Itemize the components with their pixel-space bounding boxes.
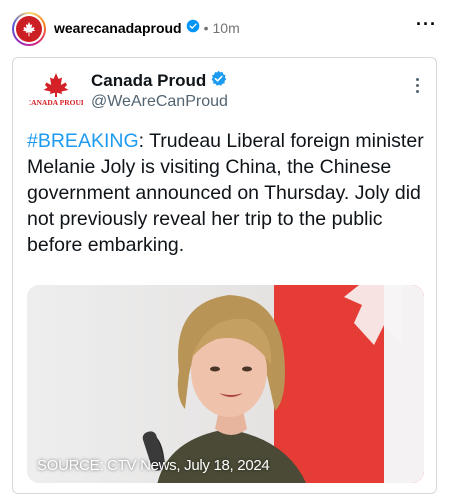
hashtag-breaking-link[interactable]: #BREAKING — [27, 130, 139, 152]
post-header: wearecanadaproud • 10m ··· — [0, 0, 451, 54]
tweet-handle[interactable]: @WeAreCanProud — [91, 93, 228, 111]
more-dot — [416, 90, 419, 93]
post-meta: wearecanadaproud • 10m — [54, 19, 240, 36]
tweet-image[interactable]: SOURCE: CTV News, July 18, 2024 — [27, 285, 424, 483]
tweet-display-name[interactable]: Canada Proud — [91, 70, 227, 92]
tweet-body: #BREAKING: Trudeau Liberal foreign minis… — [27, 128, 427, 258]
more-dot — [416, 78, 419, 81]
maple-leaf-avatar-icon — [16, 16, 42, 42]
more-horizontal-icon[interactable]: ··· — [416, 14, 437, 35]
meta-separator: • — [203, 19, 209, 36]
image-source-caption: SOURCE: CTV News, July 18, 2024 — [37, 457, 270, 474]
verified-badge-icon — [186, 19, 200, 36]
avatar-frame — [14, 14, 44, 44]
more-dot — [416, 84, 419, 87]
svg-text:CANADA PROUD: CANADA PROUD — [29, 98, 83, 107]
post-timestamp: 10m — [212, 19, 240, 36]
embedded-tweet-card[interactable]: CANADA PROUD Canada Proud @WeAreCanProud… — [12, 57, 437, 494]
profile-avatar[interactable] — [12, 12, 46, 46]
post-username[interactable]: wearecanadaproud — [54, 20, 182, 36]
speaker-photo — [142, 295, 307, 483]
canada-proud-logo: CANADA PROUD — [26, 71, 87, 111]
verified-badge-icon — [210, 70, 227, 92]
display-name-text: Canada Proud — [91, 71, 207, 90]
more-vertical-icon[interactable] — [416, 78, 420, 96]
